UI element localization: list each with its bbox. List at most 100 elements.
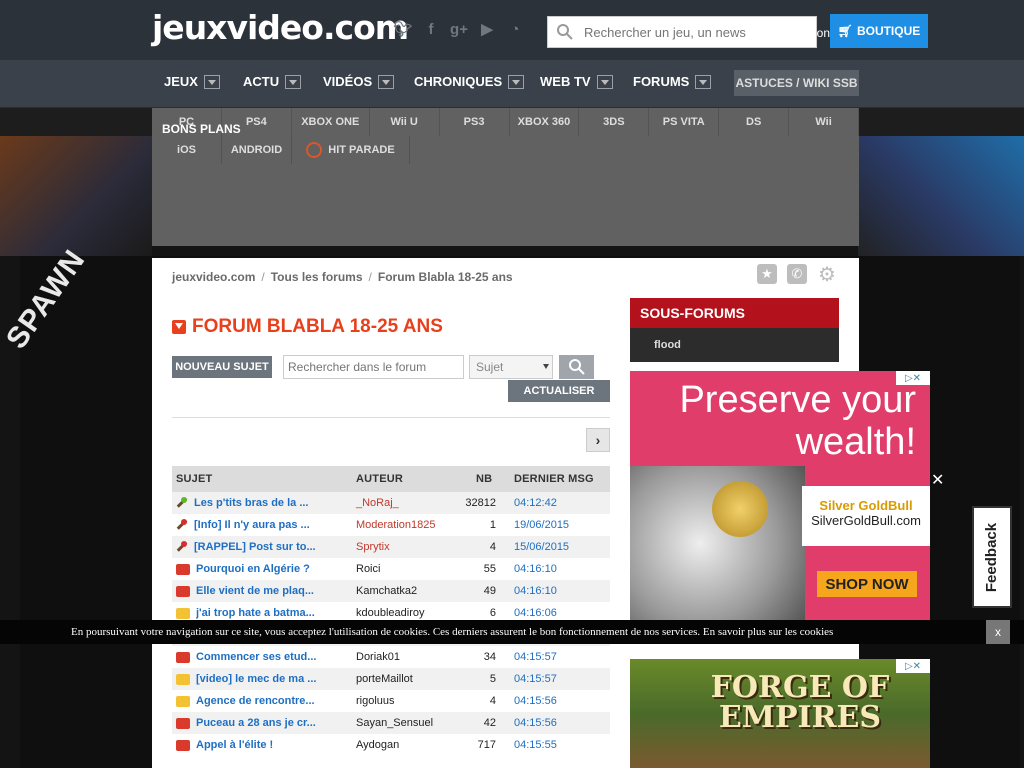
nav-jeux[interactable]: JEUX — [164, 74, 220, 89]
nav-videos[interactable]: VIDÉOS — [323, 74, 395, 89]
topic-title[interactable]: Appel à l'élite ! — [196, 739, 273, 751]
ad-banner-forge[interactable]: FORGE OF EMPIRES — [630, 659, 930, 768]
topic-author[interactable]: Aydogan — [352, 739, 462, 751]
next-page-button[interactable]: › — [586, 428, 610, 452]
googleplus-icon[interactable]: g+ — [450, 20, 468, 38]
rss-icon[interactable]: ◔ — [506, 20, 524, 38]
dropdown-icon[interactable] — [378, 74, 395, 89]
facebook-icon[interactable]: f — [422, 20, 440, 38]
ad-banner-silver[interactable]: Preserve your wealth! Silver GoldBull Si… — [630, 371, 930, 621]
topic-author[interactable]: Sayan_Sensuel — [352, 717, 462, 729]
platform-psvita[interactable]: PS VITA — [649, 108, 720, 136]
topic-author[interactable]: _NoRaj_ — [352, 497, 462, 509]
site-search[interactable] — [547, 16, 817, 48]
table-row[interactable]: Commencer ses etud... Doriak01 34 04:15:57 — [172, 646, 610, 668]
topic-title[interactable]: Elle vient de me plaq... — [196, 585, 314, 597]
topic-last-message[interactable]: 04:16:10 — [500, 563, 610, 575]
platform-wiiu[interactable]: Wii U — [370, 108, 440, 136]
breadcrumb-home[interactable]: jeuxvideo.com — [172, 270, 255, 284]
shop-now-button[interactable]: SHOP NOW — [817, 571, 917, 597]
adchoices-icon[interactable]: ▷✕ — [896, 659, 930, 673]
topic-last-message[interactable]: 19/06/2015 — [500, 519, 610, 531]
table-row[interactable]: Agence de rencontre... rigoluus 4 04:15:56 — [172, 690, 610, 712]
platform-3ds[interactable]: 3DS — [579, 108, 650, 136]
new-topic-button[interactable]: NOUVEAU SUJET — [172, 356, 272, 378]
platform-ds[interactable]: DS — [719, 108, 790, 136]
star-icon[interactable]: ★ — [757, 264, 777, 284]
platform-ios[interactable]: iOS — [152, 136, 222, 164]
platform-android[interactable]: ANDROID — [222, 136, 292, 164]
topic-title[interactable]: Les p'tits bras de la ... — [194, 497, 309, 509]
astuces-button[interactable]: ASTUCES / WIKI SSB — [734, 70, 859, 96]
table-row[interactable]: Appel à l'élite ! Aydogan 717 04:15:55 — [172, 734, 610, 756]
topic-author[interactable]: porteMaillot — [352, 673, 462, 685]
topic-title[interactable]: Pourquoi en Algérie ? — [196, 563, 310, 575]
refresh-button[interactable]: ACTUALISER — [508, 380, 610, 402]
cookie-close-button[interactable]: x — [986, 620, 1010, 644]
table-row[interactable]: Les p'tits bras de la ... _NoRaj_ 32812 04:… — [172, 492, 610, 514]
topic-last-message[interactable]: 15/06/2015 — [500, 541, 610, 553]
nav-forums[interactable]: FORUMS — [633, 74, 712, 89]
topic-title[interactable]: [RAPPEL] Post sur to... — [194, 541, 316, 553]
forum-search[interactable] — [283, 355, 464, 379]
topic-last-message[interactable]: 04:15:55 — [500, 739, 610, 751]
table-row[interactable]: Puceau a 28 ans je cr... Sayan_Sensuel 42 0… — [172, 712, 610, 734]
topic-last-message[interactable]: 04:15:56 — [500, 695, 610, 707]
youtube-icon[interactable]: ▶ — [478, 20, 496, 38]
topic-author[interactable]: Doriak01 — [352, 651, 462, 663]
search-scope-select[interactable]: Sujet — [469, 355, 553, 379]
topic-author[interactable]: rigoluus — [352, 695, 462, 707]
topic-title[interactable]: [Info] Il n'y aura pas ... — [194, 519, 310, 531]
bons-plans-link[interactable]: BONS PLANS — [162, 122, 241, 136]
forum-search-button[interactable] — [559, 355, 594, 379]
breadcrumb-all-forums[interactable]: Tous les forums — [271, 270, 363, 284]
table-row[interactable]: [video] le mec de ma ... porteMaillot 5 04:… — [172, 668, 610, 690]
platform-ps3[interactable]: PS3 — [440, 108, 510, 136]
nav-webtv[interactable]: WEB TV — [540, 74, 613, 89]
subforum-flood[interactable]: flood — [630, 328, 839, 362]
topic-last-message[interactable]: 04:16:06 — [500, 607, 610, 619]
adchoices-icon[interactable]: ▷✕ — [896, 371, 930, 385]
platform-wii[interactable]: Wii — [789, 108, 860, 136]
phone-icon[interactable]: ✆ — [787, 264, 807, 284]
topic-last-message[interactable]: 04:16:10 — [500, 585, 610, 597]
table-row[interactable]: [RAPPEL] Post sur to... Sprytix 4 15/06/201… — [172, 536, 610, 558]
close-icon[interactable]: ✕ — [931, 470, 944, 490]
platform-xboxone[interactable]: XBOX ONE — [292, 108, 370, 136]
dropdown-icon[interactable] — [695, 74, 712, 89]
gear-icon[interactable]: ⚙ — [817, 264, 837, 286]
nav-chroniques[interactable]: CHRONIQUES — [414, 74, 525, 89]
topic-last-message[interactable]: 04:12:42 — [500, 497, 610, 509]
topic-author[interactable]: Moderation1825 — [352, 519, 462, 531]
topic-author[interactable]: Sprytix — [352, 541, 462, 553]
topic-title[interactable]: [video] le mec de ma ... — [196, 673, 316, 685]
topic-author[interactable]: kdoubleadiroy — [352, 607, 462, 619]
site-search-input[interactable] — [582, 21, 782, 43]
topic-last-message[interactable]: 04:15:57 — [500, 651, 610, 663]
feedback-tab[interactable]: Feedback — [972, 506, 1012, 608]
topic-last-message[interactable]: 04:15:56 — [500, 717, 610, 729]
table-row[interactable]: Elle vient de me plaq... Kamchatka2 49 04:1… — [172, 580, 610, 602]
hit-parade-link[interactable]: HIT PARADE — [292, 136, 410, 164]
forum-search-input[interactable] — [284, 356, 463, 378]
topic-title[interactable]: Commencer ses etud... — [196, 651, 316, 663]
dropdown-icon[interactable] — [285, 74, 302, 89]
dropdown-icon[interactable] — [596, 74, 613, 89]
nav-actu[interactable]: ACTU — [243, 74, 302, 89]
topic-author[interactable]: Roici — [352, 563, 462, 575]
chevron-down-icon[interactable] — [172, 320, 186, 334]
topic-author[interactable]: Kamchatka2 — [352, 585, 462, 597]
site-logo[interactable]: jeuxvideo.com — [152, 8, 409, 48]
table-row[interactable]: [Info] Il n'y aura pas ... Moderation1825… — [172, 514, 610, 536]
dropdown-icon[interactable] — [508, 74, 525, 89]
shop-button[interactable]: 🛒︎ BOUTIQUE — [830, 14, 928, 48]
topic-title[interactable]: j'ai trop hate a batma... — [196, 607, 315, 619]
platform-xbox360[interactable]: XBOX 360 — [510, 108, 580, 136]
search-icon[interactable] — [556, 23, 574, 41]
topic-last-message[interactable]: 04:15:57 — [500, 673, 610, 685]
topic-title[interactable]: Agence de rencontre... — [196, 695, 315, 707]
topic-title[interactable]: Puceau a 28 ans je cr... — [196, 717, 316, 729]
table-row[interactable]: Pourquoi en Algérie ? Roici 55 04:16:10 — [172, 558, 610, 580]
twitter-icon[interactable]: 🐦︎ — [393, 20, 412, 38]
dropdown-icon[interactable] — [203, 74, 220, 89]
